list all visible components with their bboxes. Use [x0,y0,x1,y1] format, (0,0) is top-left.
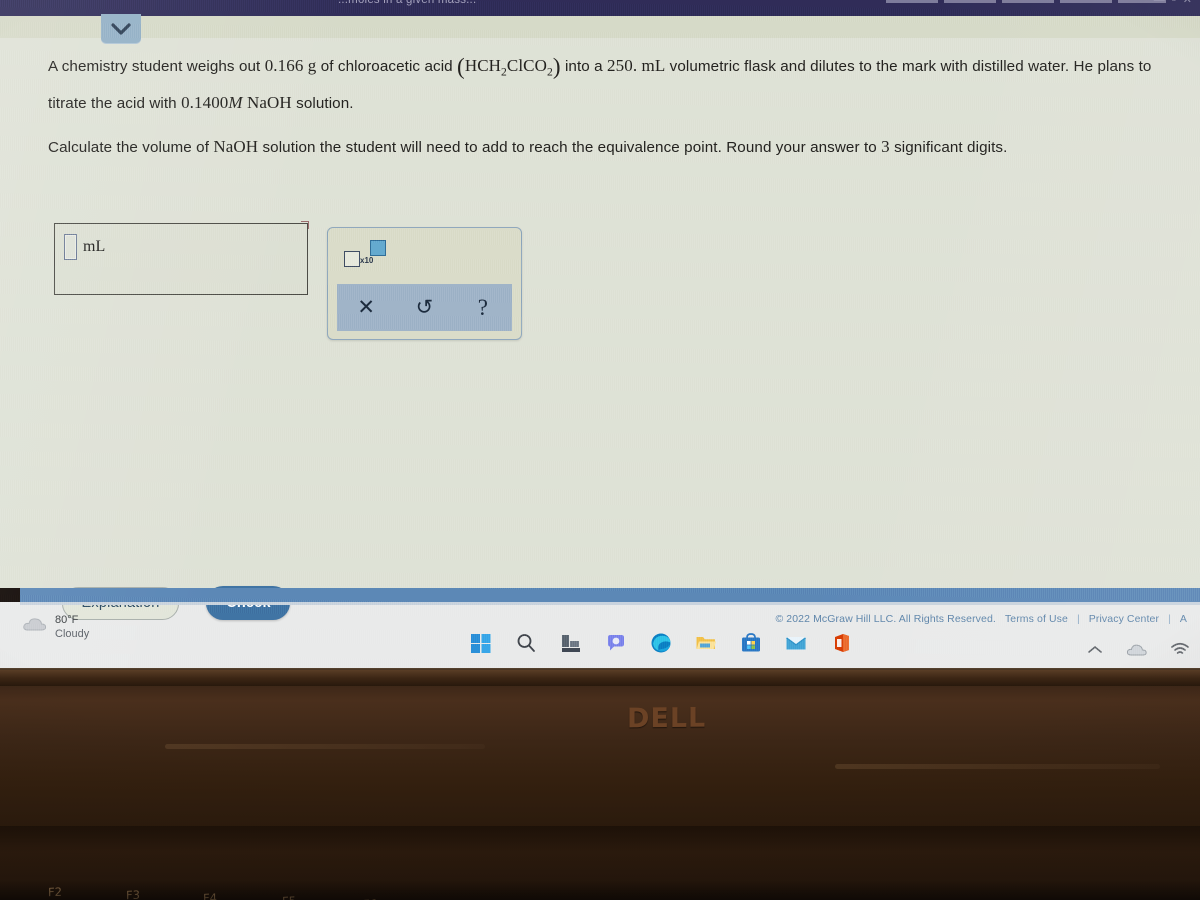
weather-text: 80°F Cloudy [55,613,89,641]
mail-icon[interactable] [785,632,807,654]
exponent-placeholder-icon [370,240,386,256]
office-icon[interactable] [830,632,852,654]
footer-divider-bar [20,588,1200,605]
palette-action-bar: ✕ ↺ ? [337,284,512,331]
answer-unit-label: mL [83,238,106,255]
volume-value: 250. [607,56,638,75]
concentration-value: 0.1400 [181,93,229,113]
terms-of-use-link[interactable]: Terms of Use [1005,613,1068,625]
q2-part-a: Calculate the volume of [48,139,210,157]
q2-part-c: significant digits. [894,139,1008,157]
molarity-symbol: M [228,93,243,113]
footer-separator-1: | [1076,612,1080,625]
answer-value-slot[interactable] [64,234,77,260]
clear-button[interactable]: ✕ [344,297,388,318]
collapse-panel-button[interactable] [101,14,141,44]
question-text: A chemistry student weighs out 0.166 g o… [48,50,1188,175]
browser-tab-title[interactable]: ...moles in a given mass... [338,0,476,6]
chat-teams-icon[interactable] [605,632,627,654]
q1-part-e: solution. [296,95,354,113]
q2-part-b: solution the student will need to add to… [262,139,877,157]
cloud-icon [22,615,48,640]
weather-temperature: 80°F [55,614,79,626]
wifi-icon[interactable] [1170,642,1190,662]
mantissa-placeholder-icon [344,251,360,267]
base-formula-2: NaOH [213,137,259,157]
system-tray [1086,642,1190,662]
task-view-icon[interactable] [560,632,582,654]
mass-unit: g [307,56,317,75]
significant-digits: 3 [881,137,890,157]
chevron-down-icon [111,22,131,36]
footer-extra[interactable]: A [1180,613,1187,625]
window-controls[interactable]: — ▫ ✕ [1154,0,1194,6]
formula-open-paren: ( [457,54,465,79]
app-header-band [0,16,1200,38]
q1-part-a: A chemistry student weighs out [48,58,261,75]
edge-browser-icon[interactable] [650,632,672,654]
resize-corner-marker [301,221,309,229]
browser-tab-strip[interactable] [886,0,1166,3]
speaker-grille-right [835,764,1160,769]
browser-title-bar: ...moles in a given mass... — ▫ ✕ [0,0,1200,16]
formula-close-paren: ) [552,54,561,79]
dell-logo: DELL [627,702,707,735]
show-hidden-icons-icon[interactable] [1086,643,1104,662]
volume-unit: mL [641,56,666,75]
file-explorer-icon[interactable] [695,632,717,654]
undo-button[interactable]: ↺ [402,297,446,318]
base-formula: NaOH [247,93,292,113]
math-tool-palette: x10 ✕ ↺ ? [327,227,522,340]
speaker-grille-left [165,744,485,749]
q1-part-b: of chloroacetic acid [320,58,453,75]
taskbar-app-icons [470,632,852,654]
question-paragraph-2: Calculate the volume of NaOH solution th… [48,131,1188,163]
footer-separator-2: | [1168,612,1171,625]
answer-input-box[interactable]: mL [54,221,309,295]
onedrive-cloud-icon[interactable] [1126,643,1148,662]
q1-part-c: into a [564,58,603,75]
acid-formula: HCH2ClCO2 [464,56,553,79]
help-button[interactable]: ? [461,296,505,319]
scientific-notation-button[interactable]: x10 [344,240,392,270]
bottom-shadow [0,880,1200,900]
question-paragraph-1: A chemistry student weighs out 0.166 g o… [48,50,1188,119]
laptop-hinge [0,668,1200,686]
taskbar-weather-widget[interactable]: 80°F Cloudy [22,613,89,641]
copyright-text: © 2022 McGraw Hill LLC. All Rights Reser… [775,612,996,625]
times-ten-label: x10 [360,256,374,265]
search-icon[interactable] [515,632,537,654]
windows-start-icon[interactable] [470,632,492,654]
laptop-screen-photo: ...moles in a given mass... — ▫ ✕ A chem… [0,0,1200,900]
answer-field-contents: mL [64,234,105,260]
privacy-center-link[interactable]: Privacy Center [1089,613,1159,625]
weather-condition: Cloudy [55,628,90,640]
microsoft-store-icon[interactable] [740,632,762,654]
question-content-area: A chemistry student weighs out 0.166 g o… [0,38,1200,620]
copyright-footer: © 2022 McGraw Hill LLC. All Rights Reser… [0,607,1200,630]
mass-value: 0.166 [264,56,304,75]
